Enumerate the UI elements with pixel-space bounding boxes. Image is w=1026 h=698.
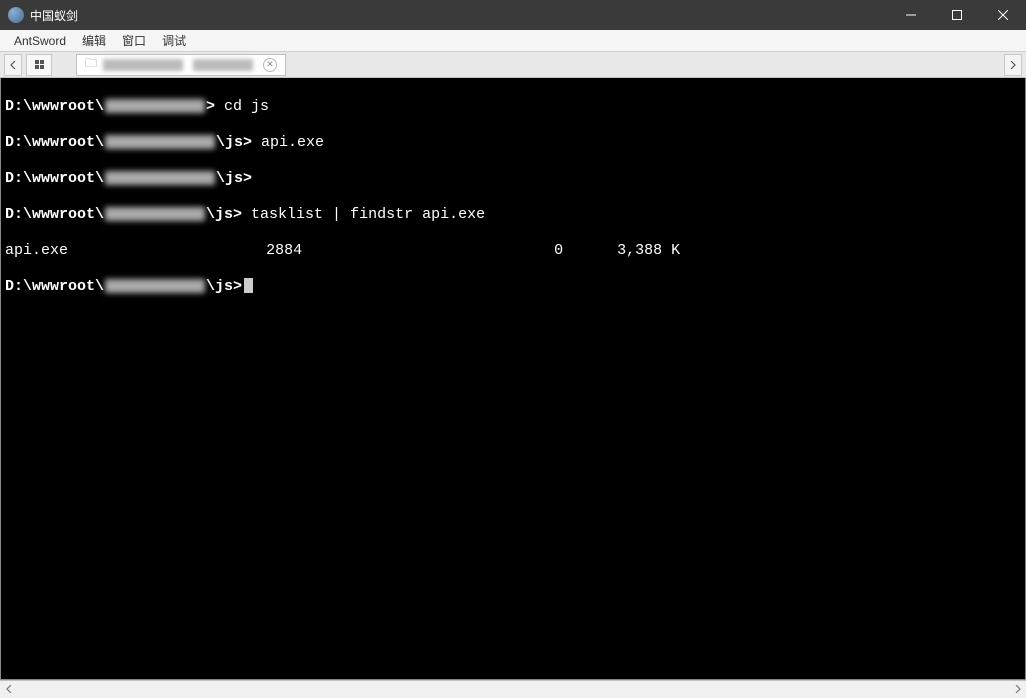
tab-grid-button[interactable] bbox=[26, 54, 52, 76]
menubar: AntSword 编辑 窗口 调试 bbox=[0, 30, 1026, 52]
window-controls bbox=[888, 0, 1026, 30]
tasklist-output: api.exe 2884 0 3,388 K bbox=[5, 242, 1021, 260]
menu-debug[interactable]: 调试 bbox=[154, 30, 194, 52]
active-tab[interactable]: 🗀 ✕ bbox=[76, 54, 286, 76]
tab-title-redacted-2 bbox=[193, 59, 253, 71]
tab-close-icon[interactable]: ✕ bbox=[263, 58, 277, 72]
path-redacted bbox=[105, 135, 215, 149]
prompt: D:\wwwroot\\js> bbox=[5, 170, 252, 188]
path-redacted bbox=[105, 171, 215, 185]
tab-nav-left[interactable] bbox=[4, 54, 22, 76]
menu-edit[interactable]: 编辑 bbox=[74, 30, 114, 52]
tab-title-redacted bbox=[103, 59, 183, 71]
folder-icon: 🗀 bbox=[85, 54, 97, 75]
menu-antsword[interactable]: AntSword bbox=[6, 30, 74, 52]
terminal-panel: D:\wwwroot\> cd js D:\wwwroot\\js> api.e… bbox=[0, 78, 1026, 680]
window-titlebar: 中国蚁剑 bbox=[0, 0, 1026, 30]
app-icon bbox=[8, 7, 24, 23]
path-redacted bbox=[105, 279, 205, 293]
scroll-left-icon[interactable] bbox=[0, 681, 17, 698]
scrollbar-track[interactable] bbox=[17, 681, 1009, 698]
terminal[interactable]: D:\wwwroot\> cd js D:\wwwroot\\js> api.e… bbox=[1, 78, 1025, 334]
command-text: cd js bbox=[215, 98, 269, 116]
minimize-button[interactable] bbox=[888, 0, 934, 30]
prompt: D:\wwwroot\\js> bbox=[5, 278, 242, 296]
prompt: D:\wwwroot\\js> bbox=[5, 206, 242, 224]
close-button[interactable] bbox=[980, 0, 1026, 30]
horizontal-scrollbar[interactable] bbox=[0, 680, 1026, 697]
path-redacted bbox=[105, 207, 205, 221]
command-text: tasklist | findstr api.exe bbox=[242, 206, 485, 224]
scroll-right-icon[interactable] bbox=[1009, 681, 1026, 698]
tab-nav-right[interactable] bbox=[1004, 54, 1022, 76]
menu-window[interactable]: 窗口 bbox=[114, 30, 154, 52]
tabstrip: 🗀 ✕ bbox=[0, 52, 1026, 78]
prompt: D:\wwwroot\> bbox=[5, 98, 215, 116]
command-text: api.exe bbox=[252, 134, 324, 152]
window-title: 中国蚁剑 bbox=[30, 7, 888, 24]
prompt: D:\wwwroot\\js> bbox=[5, 134, 252, 152]
path-redacted bbox=[105, 99, 205, 113]
maximize-button[interactable] bbox=[934, 0, 980, 30]
terminal-cursor bbox=[244, 278, 253, 293]
